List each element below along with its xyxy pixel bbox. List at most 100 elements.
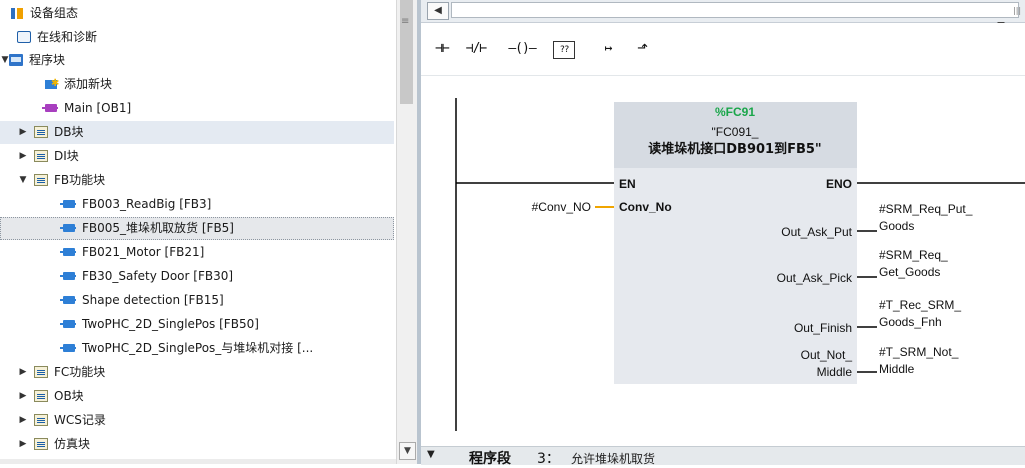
output-pin: Out_Not_ — [801, 348, 853, 362]
scroll-down-button[interactable]: ▼ — [399, 442, 416, 460]
tree-item[interactable]: FB021_Motor [FB21] — [0, 241, 394, 264]
tree-item[interactable]: 在线和诊断 — [0, 26, 394, 49]
tree-item[interactable]: 设备组态 — [0, 2, 394, 25]
output-operand[interactable]: #SRM_Req_ — [879, 248, 948, 262]
fb-block-icon — [60, 270, 76, 282]
output-operand[interactable]: Goods — [879, 219, 914, 233]
output-operand[interactable]: #T_Rec_SRM_ — [879, 298, 961, 312]
eno-pin: ENO — [826, 177, 852, 191]
en-pin: EN — [619, 177, 636, 191]
open-branch-button[interactable]: ↦ — [593, 37, 623, 61]
ladder-toolbar: ⊣⊢ ⊣/⊢ –()– ?? ↦ ⬏ — [421, 23, 1025, 76]
tree-item-label: FC功能块 — [54, 365, 106, 379]
tree-item-label: 在线和诊断 — [37, 30, 98, 44]
tree-item-label: WCS记录 — [54, 413, 106, 427]
collapsed-arrow-icon[interactable]: ▶ — [18, 121, 28, 144]
block-name-line1: "FC091_ — [712, 125, 759, 139]
tree-item-label: TwoPHC_2D_SinglePos_与堆垛机对接 [... — [82, 341, 314, 355]
network-3-header[interactable]: ▼ 程序段 3： 允许堆垛机取货 — [421, 446, 1025, 467]
folder-icon — [34, 438, 48, 450]
tree-item[interactable]: Shape detection [FB15] — [0, 289, 394, 312]
tree-item[interactable]: Main [OB1] — [0, 97, 394, 120]
nc-contact-button[interactable]: ⊣/⊢ — [461, 37, 491, 61]
tree-item-label: DI块 — [54, 149, 79, 163]
coil-button[interactable]: –()– — [507, 37, 537, 61]
collapsed-arrow-icon[interactable]: ▶ — [18, 385, 28, 408]
tree-horizontal-scrollbar[interactable] — [0, 459, 396, 464]
output-operand[interactable]: Middle — [879, 362, 915, 376]
ladder-editor: ◀ ||| ⊣⊢ ⊣/⊢ –()– ?? ↦ ⬏ %FC91 "FC091_ 读… — [421, 0, 1025, 467]
online-diagnostics-icon — [17, 31, 31, 43]
output-pin: Out_Finish — [794, 321, 852, 335]
folder-icon — [34, 366, 48, 378]
tree-item[interactable]: TwoPHC_2D_SinglePos [FB50] — [0, 313, 394, 336]
collapsed-arrow-icon[interactable]: ▶ — [18, 145, 28, 168]
ob-block-icon — [42, 102, 58, 114]
tree-item[interactable]: ▶ OB块 — [0, 385, 394, 408]
program-blocks-icon — [9, 54, 23, 66]
tree-item-label: FB003_ReadBig [FB3] — [82, 197, 212, 211]
input-pin: Conv_No — [619, 200, 672, 214]
tree-item[interactable]: ▼ 程序块 — [0, 49, 394, 72]
tree-item[interactable]: 添加新块 — [0, 72, 394, 96]
tree-item-label: TwoPHC_2D_SinglePos [FB50] — [82, 317, 259, 331]
ladder-diagram: %FC91 "FC091_ 读堆垛机接口DB901到FB5" EN ENO #C… — [455, 98, 1025, 431]
collapsed-arrow-icon[interactable]: ▶ — [18, 361, 28, 384]
block-address: %FC91 — [715, 105, 755, 119]
expanded-arrow-icon[interactable]: ▼ — [18, 169, 28, 192]
tree-item[interactable]: ▼ FB功能块 — [0, 169, 394, 192]
output-operand[interactable]: #SRM_Req_Put_ — [879, 202, 973, 216]
network-label: 程序段 — [469, 451, 511, 467]
folder-icon — [34, 150, 48, 162]
fb-block-icon — [60, 342, 76, 354]
fb-block-icon — [60, 198, 76, 210]
tree-item[interactable]: ▶ WCS记录 — [0, 409, 394, 432]
tree-item[interactable]: ▶ FC功能块 — [0, 361, 394, 384]
fb-block-icon — [60, 222, 76, 234]
collapsed-arrow-icon[interactable]: ▶ — [18, 409, 28, 432]
output-operand[interactable]: #T_SRM_Not_ — [879, 345, 959, 359]
tree-vertical-scrollbar[interactable]: ≡ ▼ — [396, 0, 417, 464]
network-number: 3： — [537, 451, 560, 467]
tree-item-label: 设备组态 — [30, 6, 79, 20]
tree-item-label: FB30_Safety Door [FB30] — [82, 269, 234, 283]
collapsed-arrow-icon[interactable]: ▶ — [18, 433, 28, 456]
no-contact-button[interactable]: ⊣⊢ — [427, 37, 457, 61]
tree-item-label: OB块 — [54, 389, 84, 403]
tree-item[interactable]: ▶ DI块 — [0, 145, 394, 168]
folder-icon — [34, 414, 48, 426]
input-operand[interactable]: #Conv_NO — [532, 200, 591, 214]
block-name-line2: 读堆垛机接口DB901到FB5" — [648, 141, 821, 157]
editor-horizontal-scrollbar[interactable]: ◀ ||| — [421, 0, 1025, 26]
output-operand[interactable]: Goods_Fnh — [879, 315, 942, 329]
fb-block-icon — [60, 318, 76, 330]
tree-item[interactable]: FB005_堆垛机取放货 [FB5] — [0, 217, 394, 240]
empty-box-button[interactable]: ?? — [553, 41, 575, 59]
add-block-icon — [44, 72, 59, 95]
tree-item-label: 程序块 — [29, 53, 66, 67]
tree-item-label: 添加新块 — [64, 77, 113, 91]
folder-icon — [34, 390, 48, 402]
output-operand[interactable]: Get_Goods — [879, 265, 940, 279]
tree-item[interactable]: FB003_ReadBig [FB3] — [0, 193, 394, 216]
tree-item[interactable]: TwoPHC_2D_SinglePos_与堆垛机对接 [... — [0, 337, 394, 360]
tree-item-label: Shape detection [FB15] — [82, 293, 224, 307]
network-2[interactable]: %FC91 "FC091_ 读堆垛机接口DB901到FB5" EN ENO #C… — [421, 76, 1025, 446]
scroll-left-button[interactable]: ◀ — [427, 2, 449, 20]
network-comment[interactable]: 允许堆垛机取货 — [571, 450, 655, 467]
tree-item[interactable]: ▶ 仿真块 — [0, 433, 394, 456]
scrollbar-track[interactable] — [451, 2, 1019, 18]
close-branch-button[interactable]: ⬏ — [627, 37, 657, 61]
scrollbar-grip-icon: ≡ — [401, 16, 410, 27]
collapse-network-icon[interactable]: ▼ — [427, 449, 435, 460]
tree-item[interactable]: ▶ DB块 — [0, 121, 394, 144]
output-pin: Middle — [817, 365, 853, 379]
fb-block-icon — [60, 246, 76, 258]
tree-item-label: 仿真块 — [54, 437, 91, 451]
device-config-icon — [10, 7, 24, 19]
output-pin: Out_Ask_Put — [781, 225, 852, 239]
tree-item[interactable]: FB30_Safety Door [FB30] — [0, 265, 394, 288]
tree-item-label: DB块 — [54, 125, 84, 139]
tree-item-label: FB功能块 — [54, 173, 106, 187]
scrollbar-grip-icon: ||| — [1013, 6, 1022, 15]
